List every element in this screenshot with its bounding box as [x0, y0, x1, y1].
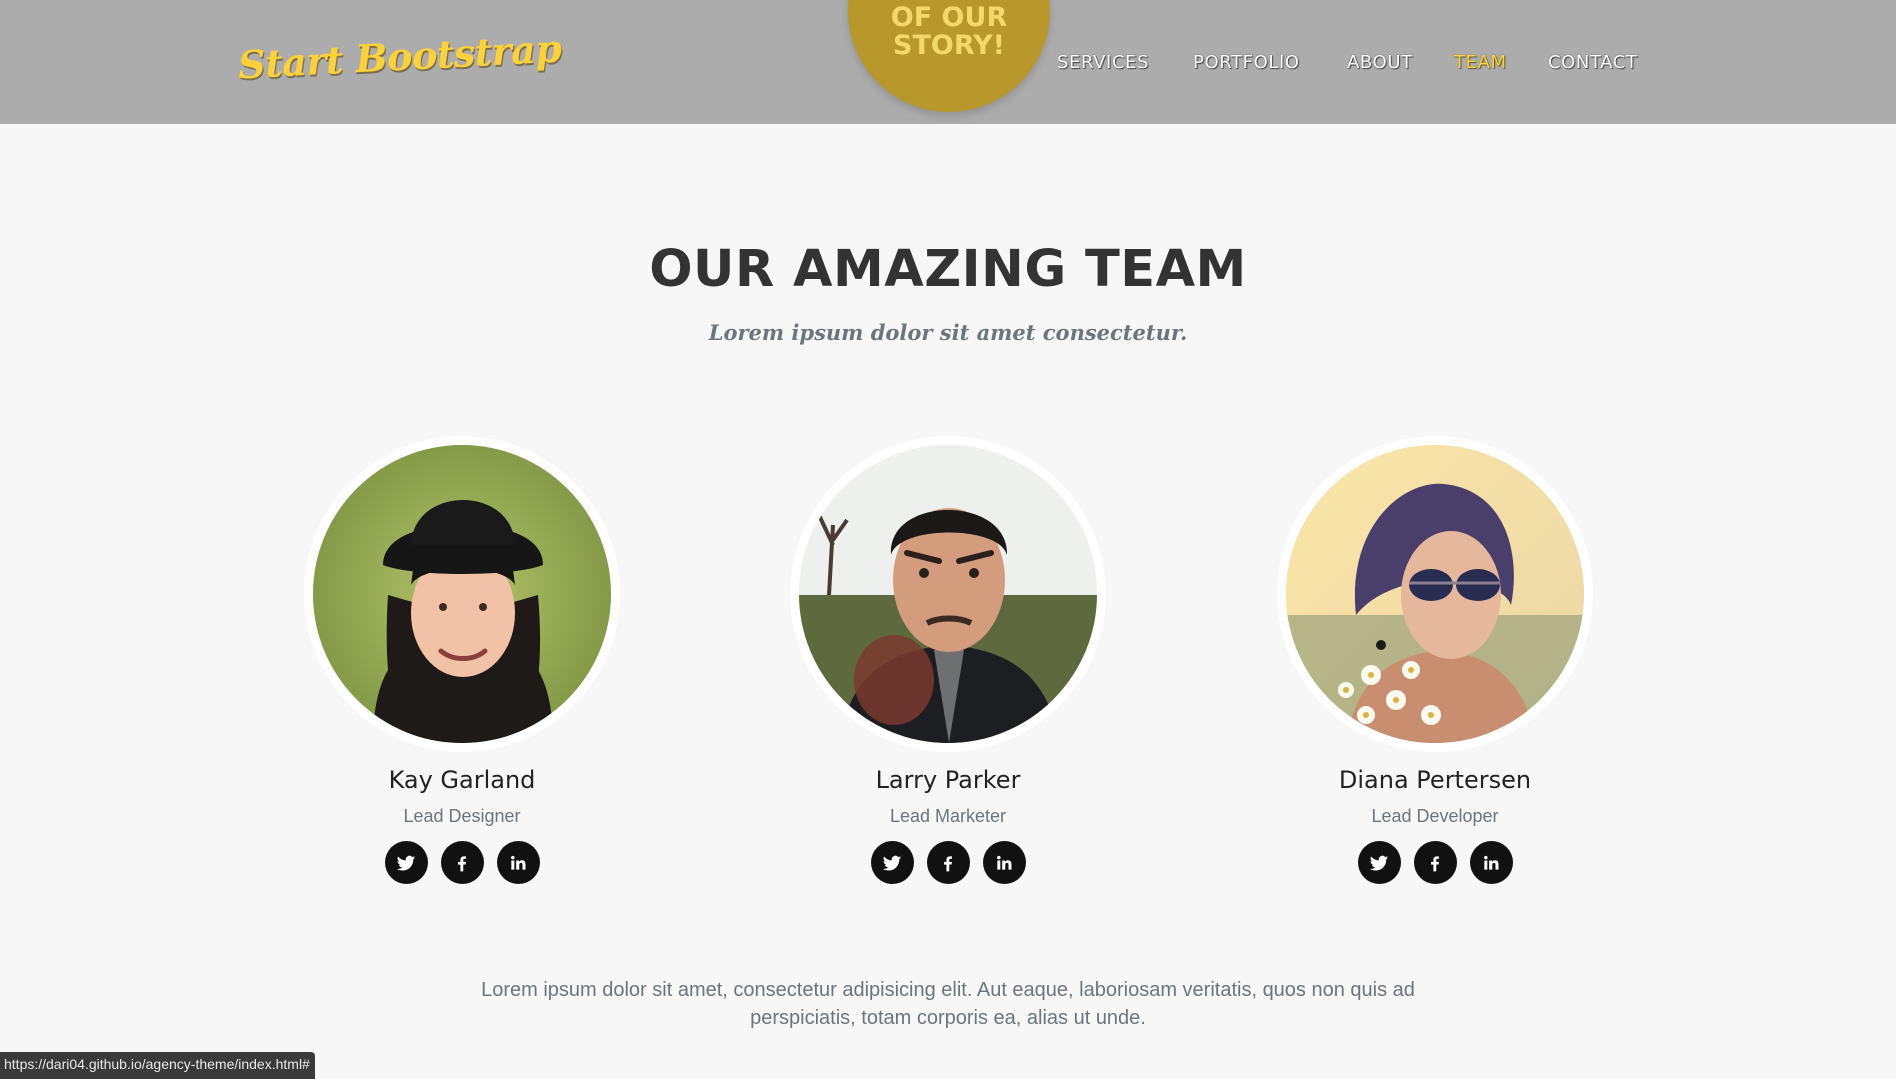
team-member-card: Diana Pertersen Lead Developer: [1185, 436, 1685, 884]
member-photo: [790, 436, 1106, 752]
member-photo: [1277, 436, 1593, 752]
linkedin-icon: [1484, 855, 1499, 870]
linkedin-button[interactable]: [1469, 841, 1513, 884]
twitter-button[interactable]: [870, 841, 914, 884]
nav-item-about[interactable]: ABOUT: [1347, 52, 1413, 73]
twitter-icon: [1369, 855, 1389, 871]
twitter-icon: [882, 855, 902, 871]
member-role: Lead Developer: [1371, 806, 1499, 826]
nav-item-portfolio[interactable]: PORTFOLIO: [1193, 52, 1300, 73]
nav-item-team[interactable]: TEAM: [1454, 52, 1507, 73]
member-name: Larry Parker: [875, 766, 1021, 794]
social-links: [212, 841, 712, 884]
member-name: Diana Pertersen: [1338, 766, 1532, 794]
facebook-icon: [944, 855, 952, 871]
section-subheading: Lorem ipsum dolor sit amet consectetur.: [708, 320, 1188, 345]
social-links: [698, 841, 1198, 884]
linkedin-icon: [997, 855, 1012, 870]
twitter-button[interactable]: [1357, 841, 1401, 884]
section-heading: OUR AMAZING TEAM: [649, 240, 1247, 299]
nav-item-contact[interactable]: CONTACT: [1548, 52, 1638, 73]
facebook-button[interactable]: [1413, 841, 1457, 884]
facebook-button[interactable]: [440, 841, 484, 884]
linkedin-button[interactable]: [496, 841, 540, 884]
member-photo: [304, 436, 620, 752]
story-badge-line: OF OUR: [890, 2, 1008, 33]
facebook-button[interactable]: [926, 841, 970, 884]
nav-item-services[interactable]: SERVICES: [1057, 52, 1149, 73]
facebook-icon: [458, 855, 466, 871]
linkedin-icon: [511, 855, 526, 870]
brand-logo[interactable]: Start Bootstrap: [237, 26, 562, 88]
navbar: Start Bootstrap OF OUR STORY! SERVICES P…: [0, 0, 1896, 124]
member-role: Lead Marketer: [889, 806, 1007, 826]
twitter-icon: [396, 855, 416, 871]
team-footer-text: Lorem ipsum dolor sit amet, consectetur …: [481, 979, 1415, 1029]
linkedin-button[interactable]: [982, 841, 1026, 884]
team-member-card: Larry Parker Lead Marketer: [698, 436, 1198, 884]
social-links: [1185, 841, 1685, 884]
status-bar-url: https://dari04.github.io/agency-theme/in…: [0, 1052, 315, 1079]
story-badge[interactable]: OF OUR STORY!: [848, 0, 1050, 112]
story-badge-line: STORY!: [893, 30, 1005, 61]
facebook-icon: [1431, 855, 1439, 871]
member-name: Kay Garland: [388, 766, 536, 794]
member-role: Lead Designer: [403, 806, 521, 826]
twitter-button[interactable]: [384, 841, 428, 884]
story-badge-text: OF OUR STORY!: [848, 4, 1050, 60]
team-member-card: Kay Garland Lead Designer: [212, 436, 712, 884]
